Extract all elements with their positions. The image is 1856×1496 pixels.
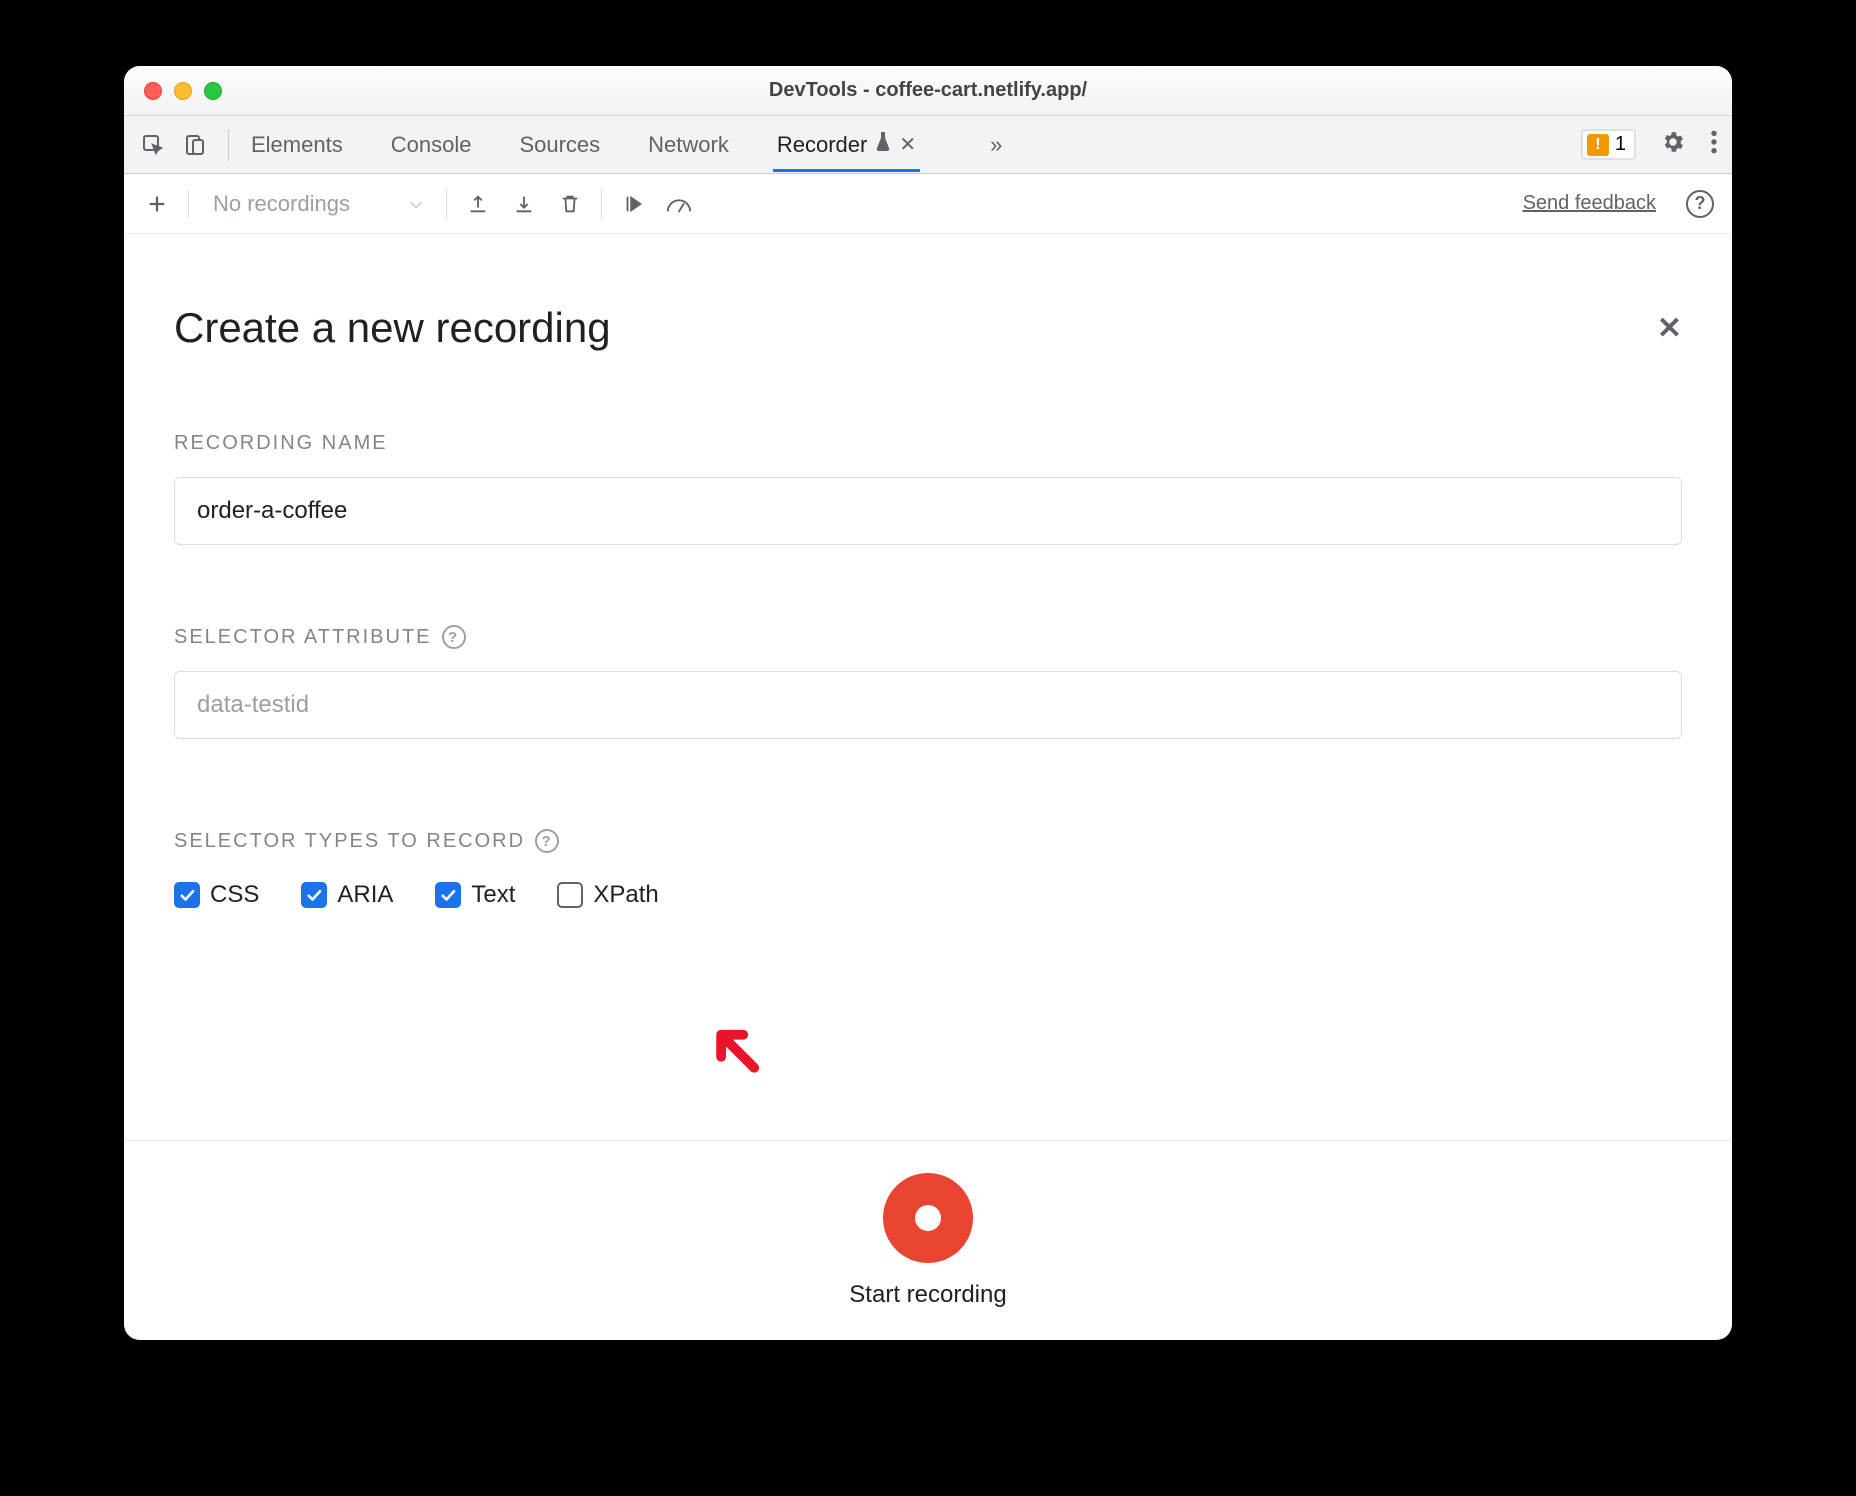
start-recording-label: Start recording [849,1281,1006,1309]
selector-type-css[interactable]: CSS [174,881,259,909]
selector-type-aria[interactable]: ARIA [301,881,393,909]
tab-console[interactable]: Console [387,118,476,172]
recording-name-label: RECORDING NAME [174,432,1682,455]
start-recording-button[interactable] [883,1173,973,1263]
chevron-down-icon: ⌵ [410,195,422,213]
help-icon[interactable]: ? [442,625,466,649]
tablist: Elements Console Sources Network Recorde… [247,118,1002,172]
send-feedback-link[interactable]: Send feedback [1523,192,1656,215]
traffic-lights [144,82,222,100]
device-toggle-icon[interactable] [180,130,210,160]
zoom-window-button[interactable] [204,82,222,100]
footer: Start recording [124,1140,1732,1340]
page-heading: Create a new recording [174,304,611,352]
warning-count: 1 [1615,133,1626,156]
checkbox-icon [301,882,327,908]
devtools-window: DevTools - coffee-cart.netlify.app/ Elem… [124,66,1732,1340]
help-icon[interactable]: ? [535,829,559,853]
warnings-badge[interactable]: ! 1 [1581,129,1636,160]
tabs-overflow-icon[interactable]: » [990,132,1002,158]
help-icon[interactable]: ? [1686,190,1714,218]
tab-elements[interactable]: Elements [247,118,347,172]
tab-sources[interactable]: Sources [515,118,604,172]
checkbox-icon [174,882,200,908]
content: Create a new recording ✕ RECORDING NAME … [124,234,1732,1340]
window-title: DevTools - coffee-cart.netlify.app/ [769,79,1087,102]
selector-type-text[interactable]: Text [435,881,515,909]
tab-network[interactable]: Network [644,118,733,172]
minimize-window-button[interactable] [174,82,192,100]
experiment-icon [875,132,891,157]
settings-icon[interactable] [1660,129,1686,160]
close-tab-icon[interactable]: ✕ [899,135,916,155]
checkbox-label: XPath [593,881,658,909]
delete-icon[interactable] [555,189,585,219]
warning-icon: ! [1587,134,1609,156]
recordings-dropdown-label: No recordings [213,191,350,217]
close-panel-icon[interactable]: ✕ [1657,311,1682,346]
tab-recorder-label: Recorder [777,132,867,158]
recording-name-input[interactable] [174,477,1682,545]
selector-type-xpath[interactable]: XPath [557,881,658,909]
recorder-toolbar: No recordings ⌵ Send feedback ? [124,174,1732,234]
selector-attribute-label: SELECTOR ATTRIBUTE [174,626,432,649]
recordings-dropdown[interactable]: No recordings ⌵ [205,191,430,217]
checkbox-label: CSS [210,881,259,909]
selector-types-label: SELECTOR TYPES TO RECORD [174,830,525,853]
checkbox-icon [435,882,461,908]
selector-types-group: CSS ARIA Text XPath [174,881,1682,909]
checkbox-icon [557,882,583,908]
titlebar: DevTools - coffee-cart.netlify.app/ [124,66,1732,116]
add-recording-icon[interactable] [142,189,172,219]
checkbox-label: Text [471,881,515,909]
replay-icon[interactable] [618,189,648,219]
tab-recorder[interactable]: Recorder ✕ [773,118,920,172]
close-window-button[interactable] [144,82,162,100]
annotation-arrow-icon: ➜ [679,996,792,1109]
devtools-tabbar: Elements Console Sources Network Recorde… [124,116,1732,174]
export-icon[interactable] [463,189,493,219]
more-icon[interactable] [1710,129,1718,160]
checkbox-label: ARIA [337,881,393,909]
performance-icon[interactable] [664,189,694,219]
import-icon[interactable] [509,189,539,219]
record-dot-icon [915,1205,941,1231]
selector-attribute-input[interactable] [174,671,1682,739]
inspect-icon[interactable] [138,130,168,160]
